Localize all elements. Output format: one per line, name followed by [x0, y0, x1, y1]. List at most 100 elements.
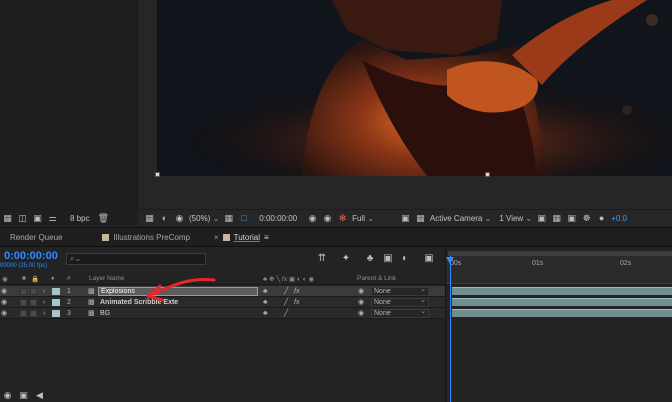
- quality-switch-icon[interactable]: ╱: [284, 297, 288, 308]
- transform-handle[interactable]: [155, 172, 160, 177]
- empty-layer-area: [0, 320, 445, 390]
- draft-3d-icon[interactable]: ✦: [340, 253, 352, 265]
- current-time-indicator[interactable]: [450, 256, 451, 402]
- time-ruler[interactable]: 00s 01s 02s: [446, 256, 672, 284]
- reset-exposure-icon[interactable]: ●: [596, 213, 607, 223]
- camera-view-dropdown[interactable]: Active Camera: [430, 214, 491, 223]
- layer-number: 1: [67, 288, 71, 295]
- expand-chevron-icon[interactable]: ›: [43, 308, 45, 319]
- resolution-dropdown[interactable]: Full: [352, 214, 374, 223]
- show-snapshot-icon[interactable]: ◉: [322, 213, 333, 223]
- motion-blur-icon[interactable]: ◐: [399, 253, 411, 265]
- panel-tab-bar: Render Queue Illustrations PreComp × Tut…: [0, 227, 672, 247]
- tab-label: Illustrations PreComp: [113, 232, 190, 242]
- layer-row[interactable]: ◉ › 3 ▩ BG ♣ ╱ ◉ None: [0, 308, 445, 319]
- exposure-value[interactable]: +0.0: [611, 214, 627, 223]
- expand-chevron-icon[interactable]: ›: [43, 297, 45, 308]
- 3d-renderer-icon[interactable]: ▦: [551, 213, 562, 223]
- adjust-project-settings-icon[interactable]: ⚌: [47, 213, 58, 223]
- layer-name[interactable]: BG: [98, 309, 258, 318]
- frame-blending-icon[interactable]: ▣: [382, 253, 394, 265]
- tab-render-queue[interactable]: Render Queue: [0, 227, 72, 247]
- parent-dropdown[interactable]: None: [371, 297, 429, 307]
- new-folder-icon[interactable]: ◫: [17, 213, 28, 223]
- pickwhip-icon[interactable]: ◉: [358, 308, 364, 319]
- current-time-indicator-head[interactable]: [446, 257, 454, 264]
- layer-row[interactable]: ◉ › 2 ▩ Animated Scribble Exte ♣ ╱ fx ◉ …: [0, 297, 445, 308]
- transparency-grid-icon[interactable]: ▦: [415, 213, 426, 223]
- av-features-icon[interactable]: ◉: [2, 275, 8, 283]
- comp-color-swatch: [222, 233, 230, 241]
- lock-checkbox[interactable]: [30, 310, 37, 317]
- layer-search-input[interactable]: ⌕⌄: [66, 253, 206, 265]
- lock-checkbox[interactable]: [30, 288, 37, 295]
- flowchart-icon[interactable]: ☸: [581, 213, 592, 223]
- layer-switches-toggle-icon[interactable]: ◉: [2, 390, 13, 400]
- close-icon[interactable]: ×: [214, 233, 219, 242]
- shy-layers-icon[interactable]: ♣: [364, 253, 376, 265]
- switches-header-icon: ♣ ✥ ╲ fx ▣ ◐ ◐ ◉: [263, 276, 314, 283]
- channel-rgb-icon[interactable]: ✻: [337, 213, 348, 223]
- red-arrow-icon: [146, 278, 216, 302]
- 3d-glasses-icon[interactable]: ◐: [159, 213, 170, 223]
- new-composition-icon[interactable]: ▣: [32, 213, 43, 223]
- trash-icon[interactable]: 🗑: [98, 213, 109, 223]
- current-time-display[interactable]: 0:00:00:00: [259, 214, 297, 223]
- eye-icon[interactable]: ◉: [1, 297, 7, 308]
- graph-editor-icon[interactable]: ▣: [423, 253, 435, 265]
- eye-icon[interactable]: ◉: [1, 308, 7, 319]
- layer-name-header[interactable]: Layer Name: [89, 275, 124, 282]
- toggle-pixel-aspect-icon[interactable]: ▣: [536, 213, 547, 223]
- layer-label-color[interactable]: [52, 288, 60, 295]
- lock-checkbox[interactable]: [30, 299, 37, 306]
- shy-switch-icon[interactable]: ♣: [263, 297, 268, 308]
- pickwhip-icon[interactable]: ◉: [358, 297, 364, 308]
- shy-switch-icon[interactable]: ♣: [263, 286, 268, 297]
- layer-label-color[interactable]: [52, 299, 60, 306]
- pickwhip-icon[interactable]: ◉: [358, 286, 364, 297]
- layer-duration-bar[interactable]: [452, 309, 672, 317]
- quality-switch-icon[interactable]: ╱: [284, 286, 288, 297]
- grid-icon[interactable]: ▦: [223, 213, 234, 223]
- solo-checkbox[interactable]: [20, 288, 27, 295]
- quality-switch-icon[interactable]: ╱: [284, 308, 288, 319]
- region-of-interest-icon[interactable]: □: [238, 213, 249, 223]
- composition-canvas[interactable]: [157, 0, 672, 176]
- timeline-current-time[interactable]: 0:00:00:00: [4, 250, 58, 262]
- bit-depth-label[interactable]: 8 bpc: [70, 214, 90, 223]
- layer-label-color[interactable]: [52, 310, 60, 317]
- eye-icon[interactable]: ◉: [1, 286, 7, 297]
- lock-header-icon: ■: [22, 275, 26, 282]
- in-out-toggle-icon[interactable]: ◀: [34, 390, 45, 400]
- layer-duration-bar[interactable]: [452, 298, 672, 306]
- fast-previews-icon[interactable]: ▣: [400, 213, 411, 223]
- effects-switch-icon[interactable]: fx: [294, 286, 299, 297]
- parent-link-header[interactable]: Parent & Link: [357, 275, 396, 282]
- tab-illustrations-precomp[interactable]: Illustrations PreComp: [92, 227, 199, 247]
- panel-menu-icon[interactable]: ≡: [264, 233, 269, 242]
- timeline-icon[interactable]: ▣: [566, 213, 577, 223]
- tab-label: Tutorial: [233, 232, 261, 242]
- mask-visibility-icon[interactable]: ◉: [174, 213, 185, 223]
- tab-tutorial[interactable]: × Tutorial ≡: [204, 227, 279, 247]
- snapshot-camera-icon[interactable]: ◉: [307, 213, 318, 223]
- effects-switch-icon[interactable]: fx: [294, 297, 299, 308]
- zoom-dropdown[interactable]: (50%): [189, 214, 219, 223]
- shy-switch-icon[interactable]: ♣: [263, 308, 268, 319]
- always-preview-icon[interactable]: ▦: [144, 213, 155, 223]
- parent-dropdown[interactable]: None: [371, 286, 429, 296]
- solo-checkbox[interactable]: [20, 310, 27, 317]
- composition-mini-flowchart-icon[interactable]: ⇈: [316, 253, 328, 265]
- transform-handle[interactable]: [485, 172, 490, 177]
- parent-dropdown[interactable]: None: [371, 308, 429, 318]
- layer-duration-bar[interactable]: [452, 287, 672, 295]
- expand-chevron-icon[interactable]: ›: [43, 286, 45, 297]
- precomp-icon: ▩: [88, 288, 95, 295]
- layer-row[interactable]: ◉ › 1 ▩ Explosions ♣ ╱ fx ◉ None: [0, 286, 445, 297]
- interpret-footage-icon[interactable]: ▦: [2, 213, 13, 223]
- view-layout-dropdown[interactable]: 1 View: [499, 214, 532, 223]
- transfer-controls-toggle-icon[interactable]: ▣: [18, 390, 29, 400]
- solo-checkbox[interactable]: [20, 299, 27, 306]
- lock-icon[interactable]: 🔒: [31, 275, 39, 283]
- label-header-icon[interactable]: ♦: [51, 275, 54, 282]
